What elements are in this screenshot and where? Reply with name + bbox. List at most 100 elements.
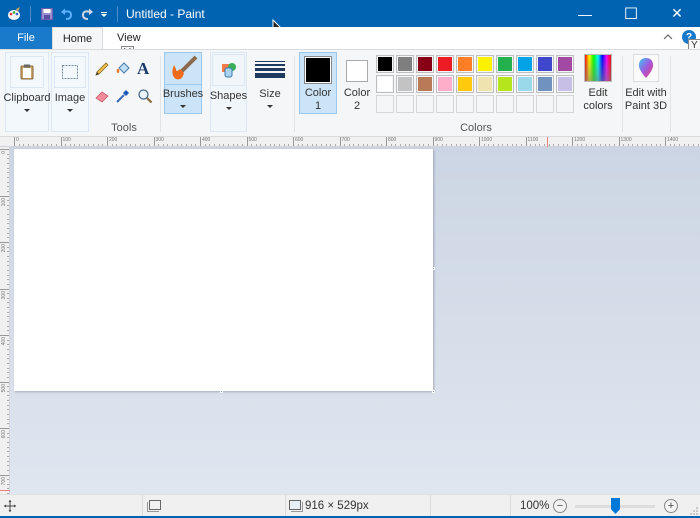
custom-color-slot[interactable]: [436, 95, 454, 113]
fill-tool[interactable]: [115, 61, 133, 79]
save-icon[interactable]: [37, 4, 57, 24]
resize-handle-corner[interactable]: [432, 390, 435, 393]
file-size-cell: [431, 495, 511, 517]
edit-with-paint3d-button[interactable]: Edit with Paint 3D: [624, 54, 668, 118]
ruler-minor-tick: [223, 144, 225, 146]
ruler-minor-tick: [423, 144, 425, 146]
ruler-minor-tick: [320, 144, 322, 146]
maximize-button[interactable]: ☐: [608, 0, 654, 27]
size-button[interactable]: Size: [252, 52, 288, 114]
color2-button[interactable]: Color 2: [339, 52, 375, 114]
ruler-minor-tick: [7, 307, 9, 309]
resize-handle-right[interactable]: [432, 267, 435, 270]
undo-icon[interactable]: [57, 4, 77, 24]
swatch-fill: [498, 77, 512, 91]
color-swatch[interactable]: [556, 75, 574, 93]
custom-color-slot[interactable]: [496, 95, 514, 113]
ruler-minor-tick: [539, 144, 541, 146]
swatch-fill: [558, 77, 572, 91]
color-swatch[interactable]: [436, 75, 454, 93]
tab-home[interactable]: Home: [52, 27, 103, 49]
color-swatch[interactable]: [376, 75, 394, 93]
resize-grip-icon[interactable]: [690, 507, 698, 515]
color-swatch[interactable]: [536, 75, 554, 93]
color-swatch[interactable]: [376, 55, 394, 73]
resize-handle-bottom[interactable]: [220, 390, 223, 393]
zoom-out-button[interactable]: −: [553, 499, 567, 513]
custom-color-slot[interactable]: [396, 95, 414, 113]
drawing-canvas[interactable]: [14, 149, 433, 391]
colors-group-label: Colors: [460, 122, 492, 134]
text-tool[interactable]: A: [137, 60, 155, 78]
swatch-fill: [438, 77, 452, 91]
ruler-minor-tick: [7, 451, 9, 453]
custom-color-slot[interactable]: [516, 95, 534, 113]
ruler-minor-tick: [46, 144, 48, 146]
color-swatch[interactable]: [496, 55, 514, 73]
color-swatch[interactable]: [416, 75, 434, 93]
color-swatch[interactable]: [456, 55, 474, 73]
clipboard-button[interactable]: Clipboard: [3, 52, 51, 132]
color-swatch[interactable]: [536, 55, 554, 73]
ruler-minor-tick: [595, 144, 597, 146]
custom-color-slot[interactable]: [456, 95, 474, 113]
ruler-major-tick: [0, 335, 9, 336]
edit-colors-button[interactable]: Edit colors: [580, 54, 616, 118]
ruler-major-tick: [0, 288, 9, 290]
color-swatch[interactable]: [476, 55, 494, 73]
ruler-minor-tick: [7, 339, 9, 341]
image-size-cell: 916 × 529px: [286, 495, 431, 517]
color-swatch[interactable]: [476, 75, 494, 93]
customize-qat-icon[interactable]: [97, 4, 111, 24]
color1-button[interactable]: Color 1: [299, 52, 337, 114]
shapes-button[interactable]: Shapes: [210, 52, 247, 132]
pencil-tool[interactable]: [94, 61, 112, 79]
custom-color-slot[interactable]: [536, 95, 554, 113]
custom-color-slot[interactable]: [376, 95, 394, 113]
color-swatch[interactable]: [396, 55, 414, 73]
collapse-ribbon-icon[interactable]: [662, 31, 676, 45]
ruler-major-tick: [525, 137, 527, 146]
ribbon-tabs: File Home View ?: [0, 27, 700, 49]
color-swatch[interactable]: [396, 75, 414, 93]
ruler-major-tick: [386, 137, 387, 146]
swatch-fill: [518, 77, 532, 91]
ruler-minor-tick: [23, 144, 25, 146]
paint-app-icon[interactable]: [4, 4, 24, 24]
ruler-minor-tick: [55, 144, 57, 146]
ruler-minor-tick: [255, 144, 257, 146]
paint3d-icon: [633, 54, 659, 82]
zoom-in-button[interactable]: +: [664, 499, 678, 513]
close-button[interactable]: ✕: [654, 0, 700, 27]
ruler-minor-tick: [641, 144, 643, 146]
brushes-button[interactable]: Brushes: [163, 52, 203, 114]
color-swatch[interactable]: [516, 75, 534, 93]
custom-color-slot[interactable]: [416, 95, 434, 113]
eraser-tool[interactable]: [94, 88, 112, 106]
redo-icon[interactable]: [77, 4, 97, 24]
ruler-minor-tick: [7, 255, 9, 257]
zoom-slider[interactable]: [575, 495, 657, 517]
color-swatch[interactable]: [416, 55, 434, 73]
color-swatch[interactable]: [516, 55, 534, 73]
ruler-minor-tick: [502, 144, 504, 146]
magnifier-tool[interactable]: [137, 88, 155, 106]
chevron-down-icon: [180, 105, 186, 108]
ruler-minor-tick: [288, 144, 290, 146]
ruler-minor-tick: [7, 181, 9, 183]
zoom-slider-thumb[interactable]: [611, 498, 620, 514]
ruler-minor-tick: [516, 144, 518, 146]
custom-color-slot[interactable]: [476, 95, 494, 113]
color-swatch[interactable]: [496, 75, 514, 93]
image-button[interactable]: Image: [51, 52, 89, 132]
color-picker-tool[interactable]: [115, 88, 133, 106]
ruler-minor-tick: [604, 144, 606, 146]
color-swatch[interactable]: [456, 75, 474, 93]
minimize-button[interactable]: —: [562, 0, 608, 27]
custom-color-slot[interactable]: [556, 95, 574, 113]
ribbon-home: Clipboard Image A Tools Brushes Shapes S…: [0, 49, 700, 137]
tab-file[interactable]: File: [0, 27, 52, 49]
color-swatch[interactable]: [436, 55, 454, 73]
color-swatch[interactable]: [556, 55, 574, 73]
window-title: Untitled - Paint: [126, 6, 205, 21]
